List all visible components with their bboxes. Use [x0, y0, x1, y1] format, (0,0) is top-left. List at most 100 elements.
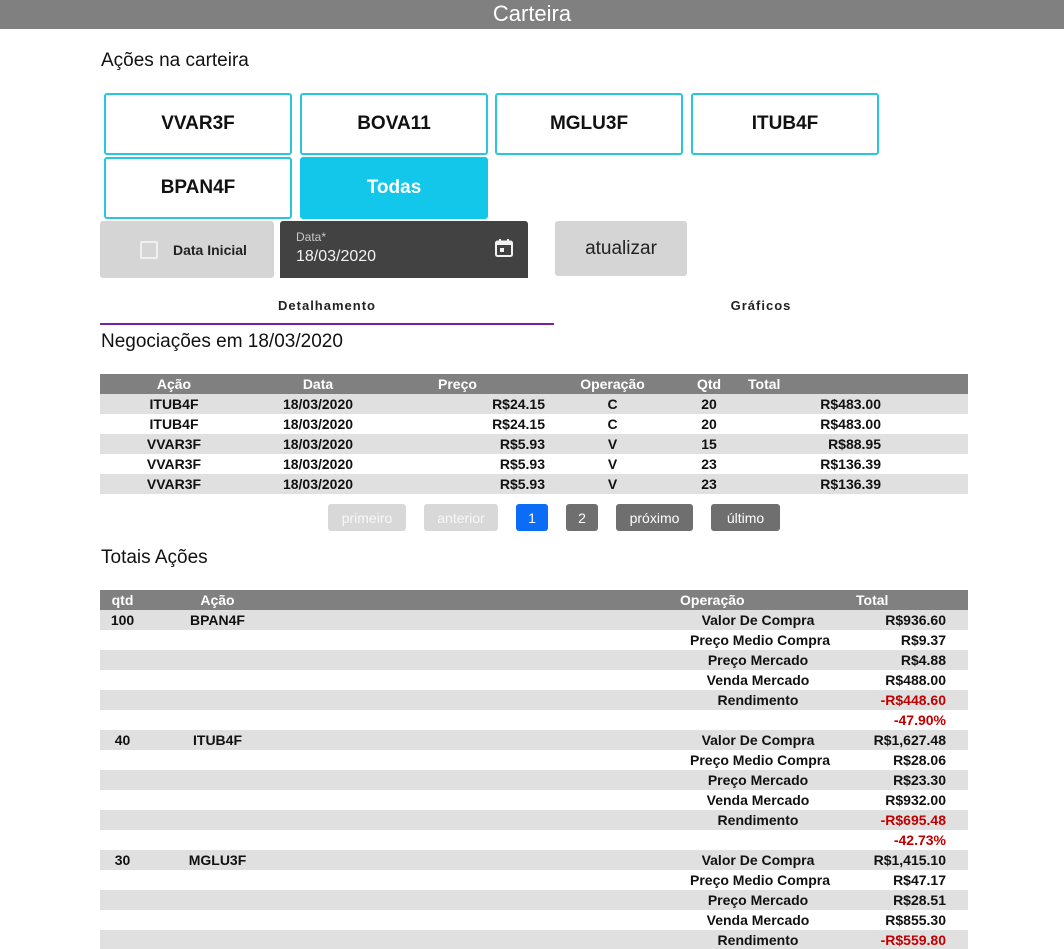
cell-total: R$488.00	[836, 670, 968, 690]
operation-label: Preço Medio Compra	[690, 752, 831, 768]
operation-label: Rendimento	[717, 692, 799, 708]
pagination-page-1[interactable]: 1	[516, 504, 548, 531]
pagination-next-button[interactable]: próximo	[616, 504, 693, 531]
cell-acao: VVAR3F	[100, 434, 248, 454]
cell-qtd	[100, 790, 145, 810]
cell-acao: BPAN4F	[145, 610, 290, 630]
cell-operacao	[290, 710, 836, 730]
date-field-value[interactable]: 18/03/2020	[296, 248, 376, 266]
col-acao: Ação	[100, 374, 248, 394]
col-acao: Ação	[145, 590, 290, 610]
cell-total: R$4.88	[836, 650, 968, 670]
row-spacer	[881, 454, 968, 474]
calendar-icon[interactable]	[494, 238, 514, 258]
pagination-first-button[interactable]: primeiro	[328, 504, 406, 531]
pagination-page-2[interactable]: 2	[566, 504, 598, 531]
trades-table: Ação Data Preço Operação Qtd Total ITUB4…	[100, 374, 968, 494]
cell-data: 18/03/2020	[248, 414, 388, 434]
total-value: -47.90%	[893, 712, 946, 728]
cell-operacao: Valor De Compra	[290, 610, 836, 630]
trades-header-row: Ação Data Preço Operação Qtd Total	[100, 374, 968, 394]
cell-qtd: 20	[680, 414, 738, 434]
cell-acao	[145, 890, 290, 910]
cell-operacao: Venda Mercado	[290, 910, 836, 930]
cell-operacao: Valor De Compra	[290, 850, 836, 870]
total-value: -42.73%	[893, 832, 946, 848]
initial-date-checkbox[interactable]	[140, 240, 158, 259]
table-row: 30 MGLU3F Valor De Compra R$1,415.10	[100, 850, 968, 870]
cell-qtd: 20	[680, 394, 738, 414]
tab-detail[interactable]: Detalhamento	[100, 285, 554, 325]
all-stocks-button[interactable]: Todas	[300, 157, 488, 219]
operation-label: Venda Mercado	[706, 912, 810, 928]
col-operacao: Operação	[290, 590, 836, 610]
operation-label: Valor De Compra	[701, 732, 815, 748]
cell-qtd	[100, 690, 145, 710]
cell-total: R$483.00	[738, 414, 881, 434]
cell-operacao: Venda Mercado	[290, 670, 836, 690]
total-value: R$1,415.10	[873, 852, 946, 868]
col-qtd: Qtd	[680, 374, 738, 394]
total-value: R$936.60	[885, 612, 946, 628]
cell-acao: ITUB4F	[100, 394, 248, 414]
header-spacer	[881, 374, 968, 394]
table-row: Preço Mercado R$28.51	[100, 890, 968, 910]
pagination-last-button[interactable]: último	[711, 504, 780, 531]
cell-operacao: V	[545, 474, 680, 494]
date-field-label: Data*	[296, 230, 327, 244]
row-spacer	[881, 434, 968, 454]
cell-total: -42.73%	[836, 830, 968, 850]
cell-total: R$47.17	[836, 870, 968, 890]
stock-button-itub4f[interactable]: ITUB4F	[691, 93, 879, 155]
operation-label: Rendimento	[717, 932, 799, 948]
cell-acao	[145, 650, 290, 670]
cell-total: R$1,627.48	[836, 730, 968, 750]
cell-operacao: C	[545, 394, 680, 414]
row-spacer	[881, 394, 968, 414]
cell-qtd	[100, 650, 145, 670]
operation-label: Venda Mercado	[706, 672, 810, 688]
cell-qtd: 15	[680, 434, 738, 454]
stock-button-bova11[interactable]: BOVA11	[300, 93, 488, 155]
cell-total: R$936.60	[836, 610, 968, 630]
cell-acao	[145, 930, 290, 949]
table-row: ITUB4F 18/03/2020 R$24.15 C 20 R$483.00	[100, 414, 968, 434]
cell-acao	[145, 910, 290, 930]
stock-button-mglu3f[interactable]: MGLU3F	[495, 93, 683, 155]
table-row: Preço Mercado R$23.30	[100, 770, 968, 790]
cell-qtd	[100, 870, 145, 890]
cell-operacao: Valor De Compra	[290, 730, 836, 750]
cell-total: R$88.95	[738, 434, 881, 454]
cell-total: -R$559.80	[836, 930, 968, 949]
cell-qtd	[100, 890, 145, 910]
stock-button-vvar3f[interactable]: VVAR3F	[104, 93, 292, 155]
cell-total: R$483.00	[738, 394, 881, 414]
table-row: -42.73%	[100, 830, 968, 850]
table-row: Rendimento -R$559.80	[100, 930, 968, 949]
app-header: Carteira	[0, 0, 1064, 29]
stock-button-bpan4f[interactable]: BPAN4F	[104, 157, 292, 219]
date-field[interactable]: Data* 18/03/2020	[280, 221, 528, 278]
cell-total: R$23.30	[836, 770, 968, 790]
col-total: Total	[738, 374, 881, 394]
table-row: Venda Mercado R$855.30	[100, 910, 968, 930]
total-value: R$855.30	[885, 912, 946, 928]
trades-title: Negociações em 18/03/2020	[101, 331, 343, 352]
table-row: Preço Medio Compra R$9.37	[100, 630, 968, 650]
tab-charts[interactable]: Gráficos	[554, 285, 968, 325]
cell-acao	[145, 790, 290, 810]
cell-operacao: V	[545, 454, 680, 474]
table-row: Preço Medio Compra R$28.06	[100, 750, 968, 770]
cell-acao: ITUB4F	[100, 414, 248, 434]
total-value: R$932.00	[885, 792, 946, 808]
update-button[interactable]: atualizar	[555, 221, 687, 276]
col-operacao: Operação	[545, 374, 680, 394]
operation-label: Preço Mercado	[707, 892, 809, 908]
total-value: R$28.06	[893, 752, 946, 768]
total-value: R$488.00	[885, 672, 946, 688]
cell-total: R$9.37	[836, 630, 968, 650]
pagination-previous-button[interactable]: anterior	[424, 504, 498, 531]
cell-acao	[145, 710, 290, 730]
initial-date-toggle[interactable]: Data Inicial	[100, 221, 274, 278]
cell-operacao: Rendimento	[290, 930, 836, 949]
